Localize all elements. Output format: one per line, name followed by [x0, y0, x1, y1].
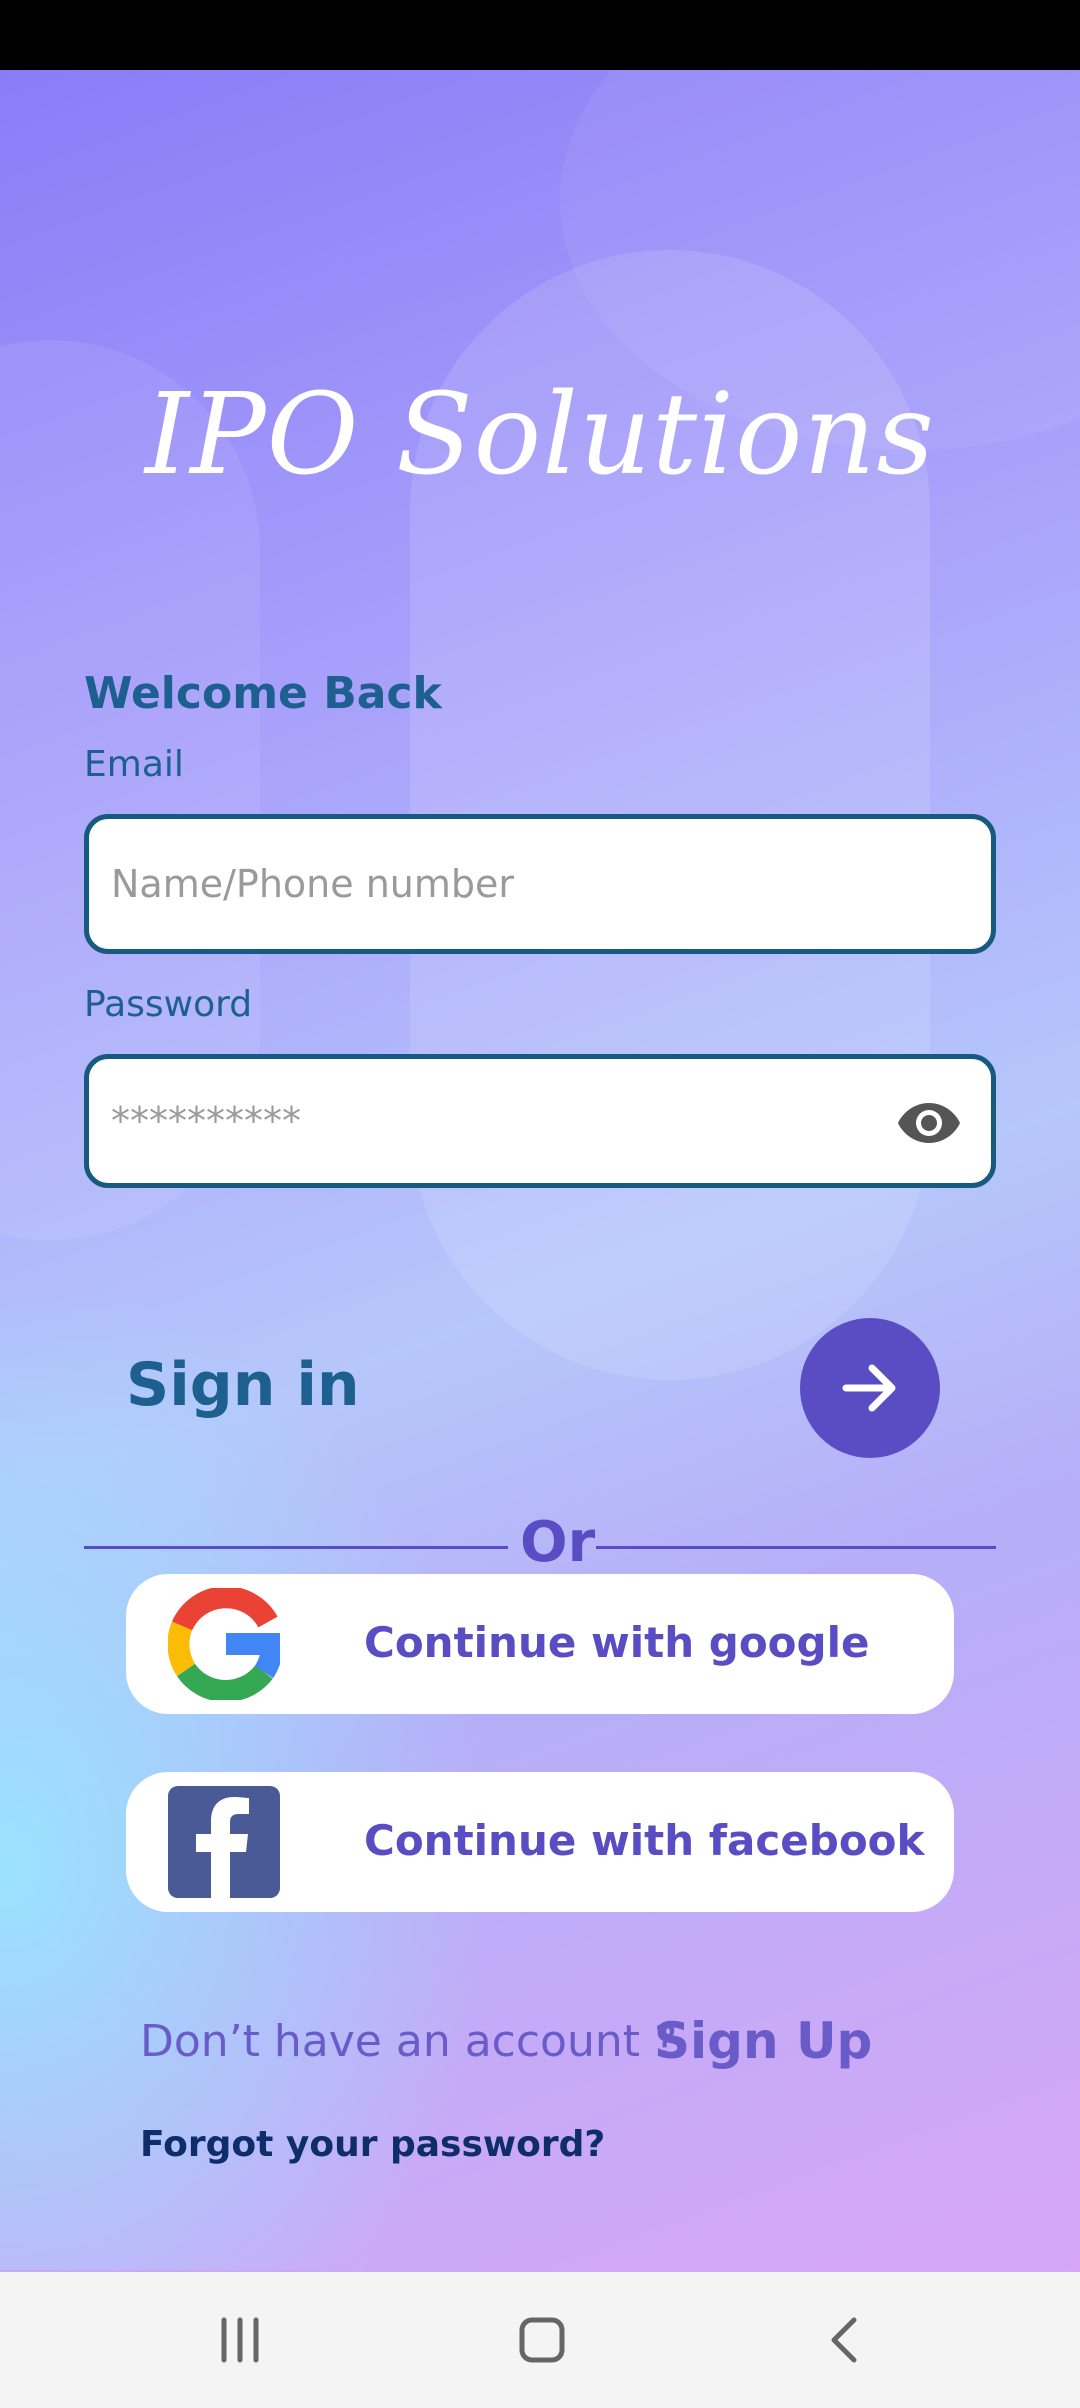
google-sign-in-button[interactable]: Continue with google [126, 1574, 954, 1714]
eye-icon[interactable] [897, 1101, 961, 1145]
signup-prompt: Don’t have an account ? [140, 2016, 678, 2067]
login-screen: IPO Solutions Welcome Back Email Passwor… [0, 70, 1080, 2272]
divider-line-right [596, 1546, 996, 1549]
forgot-password-link[interactable]: Forgot your password? [140, 2124, 605, 2165]
sign-in-button[interactable] [800, 1318, 940, 1458]
email-field-box [84, 814, 996, 954]
sign-up-link[interactable]: Sign Up [654, 2012, 872, 2070]
divider-line-left [84, 1546, 508, 1549]
password-label: Password [84, 984, 253, 1025]
back-icon[interactable] [806, 2308, 886, 2372]
app-title: IPO Solutions [145, 370, 935, 500]
password-input[interactable] [111, 1059, 911, 1183]
or-divider-text: Or [520, 1510, 596, 1575]
password-field-box [84, 1054, 996, 1188]
status-bar [0, 0, 1080, 70]
welcome-heading: Welcome Back [84, 668, 442, 719]
sign-in-label: Sign in [126, 1350, 360, 1420]
home-icon[interactable] [502, 2308, 582, 2372]
google-icon [168, 1588, 280, 1700]
facebook-button-label: Continue with facebook [364, 1816, 925, 1865]
signup-row: Don’t have an account ? Sign Up [140, 2012, 872, 2070]
recent-apps-icon[interactable] [200, 2308, 280, 2372]
facebook-icon [168, 1786, 280, 1898]
arrow-right-icon [842, 1364, 896, 1412]
email-input[interactable] [111, 819, 911, 949]
google-button-label: Continue with google [364, 1618, 870, 1667]
system-nav-bar [0, 2272, 1080, 2408]
facebook-sign-in-button[interactable]: Continue with facebook [126, 1772, 954, 1912]
email-label: Email [84, 744, 184, 785]
